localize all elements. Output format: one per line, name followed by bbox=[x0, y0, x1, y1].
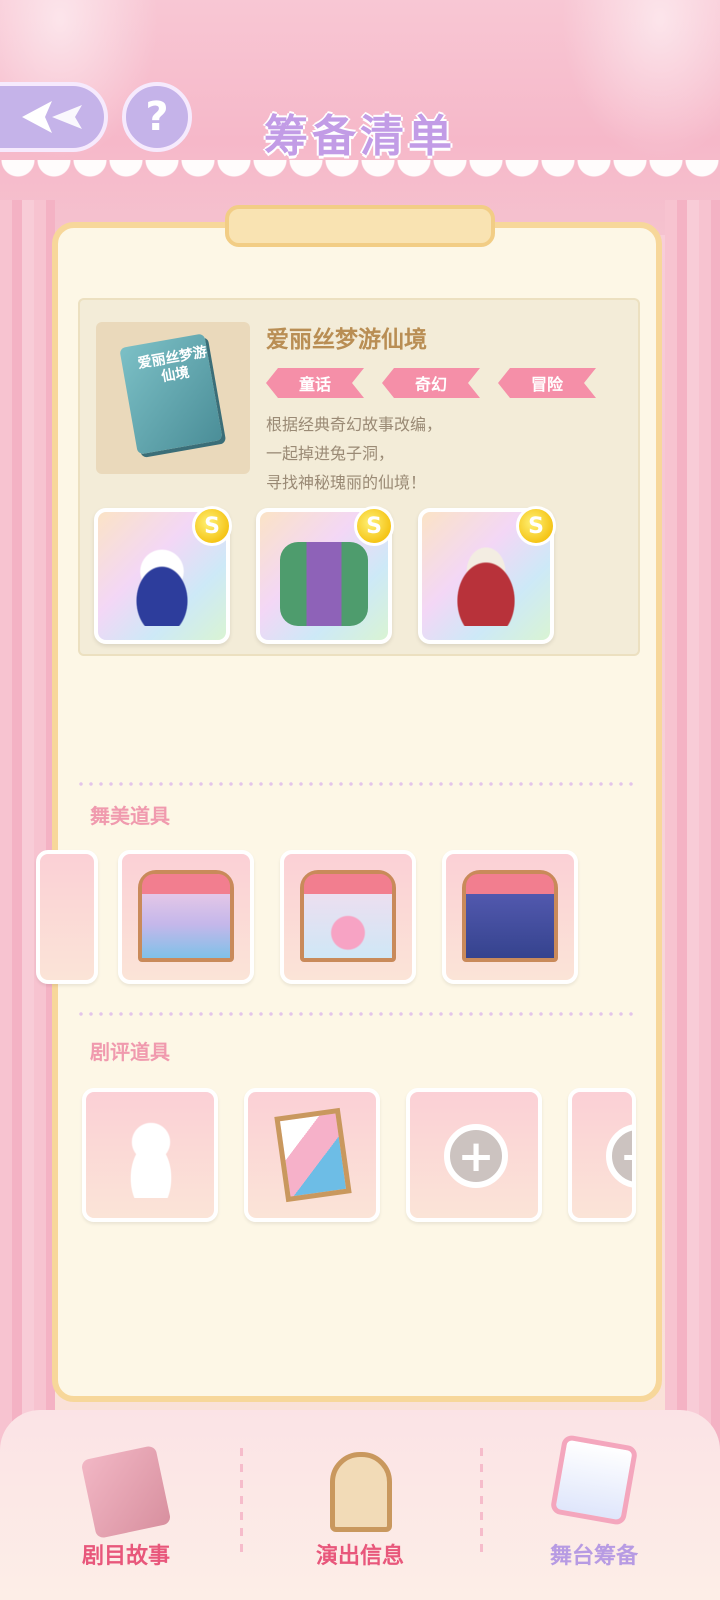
empty-prop-slot-partial[interactable]: + bbox=[568, 1088, 636, 1222]
empty-prop-slot[interactable]: + bbox=[406, 1088, 542, 1222]
clipboard-icon bbox=[549, 1434, 639, 1526]
stage-props-label: 舞美道具 bbox=[90, 804, 170, 828]
nav-stage-preparation[interactable]: 舞台筹备 bbox=[494, 1434, 694, 1590]
description-line: 一起掉进兔子洞， bbox=[266, 444, 395, 463]
story-book-icon bbox=[80, 1444, 172, 1540]
left-curtain bbox=[0, 200, 55, 1450]
nav-story[interactable]: 剧目故事 bbox=[26, 1440, 226, 1590]
review-prop-card[interactable] bbox=[244, 1088, 380, 1222]
nav-separator bbox=[480, 1448, 483, 1558]
nav-story-label: 剧目故事 bbox=[81, 1544, 170, 1569]
info-board-icon bbox=[330, 1452, 392, 1532]
tag-fantasy: 奇幻 bbox=[382, 368, 480, 398]
stage-prop-card[interactable] bbox=[442, 850, 578, 984]
stage-scene-icon bbox=[138, 870, 234, 962]
nav-performance-info-label: 演出信息 bbox=[315, 1544, 404, 1569]
jacket-suit-icon bbox=[280, 542, 368, 626]
story-title: 爱丽丝梦游仙境 bbox=[266, 327, 427, 353]
dotted-divider bbox=[76, 782, 636, 786]
costume-card-dress[interactable]: S bbox=[94, 506, 232, 644]
description-line: 寻找神秘瑰丽的仙境！ bbox=[266, 473, 427, 492]
tag-adventure: 冒险 bbox=[498, 368, 596, 398]
dotted-divider bbox=[76, 1012, 636, 1016]
costume-card-hat[interactable]: S bbox=[418, 506, 556, 644]
coin-badge: S bbox=[192, 506, 232, 546]
picture-frame-icon bbox=[274, 1107, 352, 1203]
stage-prop-card[interactable] bbox=[280, 850, 416, 984]
tag-fairytale: 童话 bbox=[266, 368, 364, 398]
bunny-plush-icon bbox=[116, 1118, 186, 1198]
top-hat-icon bbox=[442, 542, 530, 626]
review-prop-card[interactable] bbox=[82, 1088, 218, 1222]
review-props-label: 剧评道具 bbox=[90, 1040, 170, 1064]
coin-badge: S bbox=[354, 506, 394, 546]
nav-separator bbox=[240, 1448, 243, 1558]
plus-icon: + bbox=[444, 1124, 508, 1188]
stage-prop-card[interactable] bbox=[118, 850, 254, 984]
story-description: 根据经典奇幻故事改编， 一起掉进兔子洞， 寻找神秘瑰丽的仙境！ bbox=[266, 410, 442, 497]
stage-scene-icon bbox=[300, 870, 396, 962]
plus-icon: + bbox=[606, 1124, 632, 1188]
nav-performance-info[interactable]: 演出信息 bbox=[260, 1440, 460, 1590]
stage-scene-icon bbox=[462, 870, 558, 962]
description-line: 根据经典奇幻故事改编， bbox=[266, 415, 443, 434]
board-tab-decoration bbox=[225, 205, 495, 247]
right-curtain bbox=[665, 200, 720, 1450]
nav-stage-preparation-label: 舞台筹备 bbox=[549, 1544, 638, 1569]
costume-card-suit[interactable]: S bbox=[256, 506, 394, 644]
apron-dress-icon bbox=[118, 542, 206, 626]
stage-prop-card-partial[interactable] bbox=[36, 850, 98, 984]
coin-badge: S bbox=[516, 506, 556, 546]
page-title: 筹备清单 bbox=[264, 111, 456, 162]
